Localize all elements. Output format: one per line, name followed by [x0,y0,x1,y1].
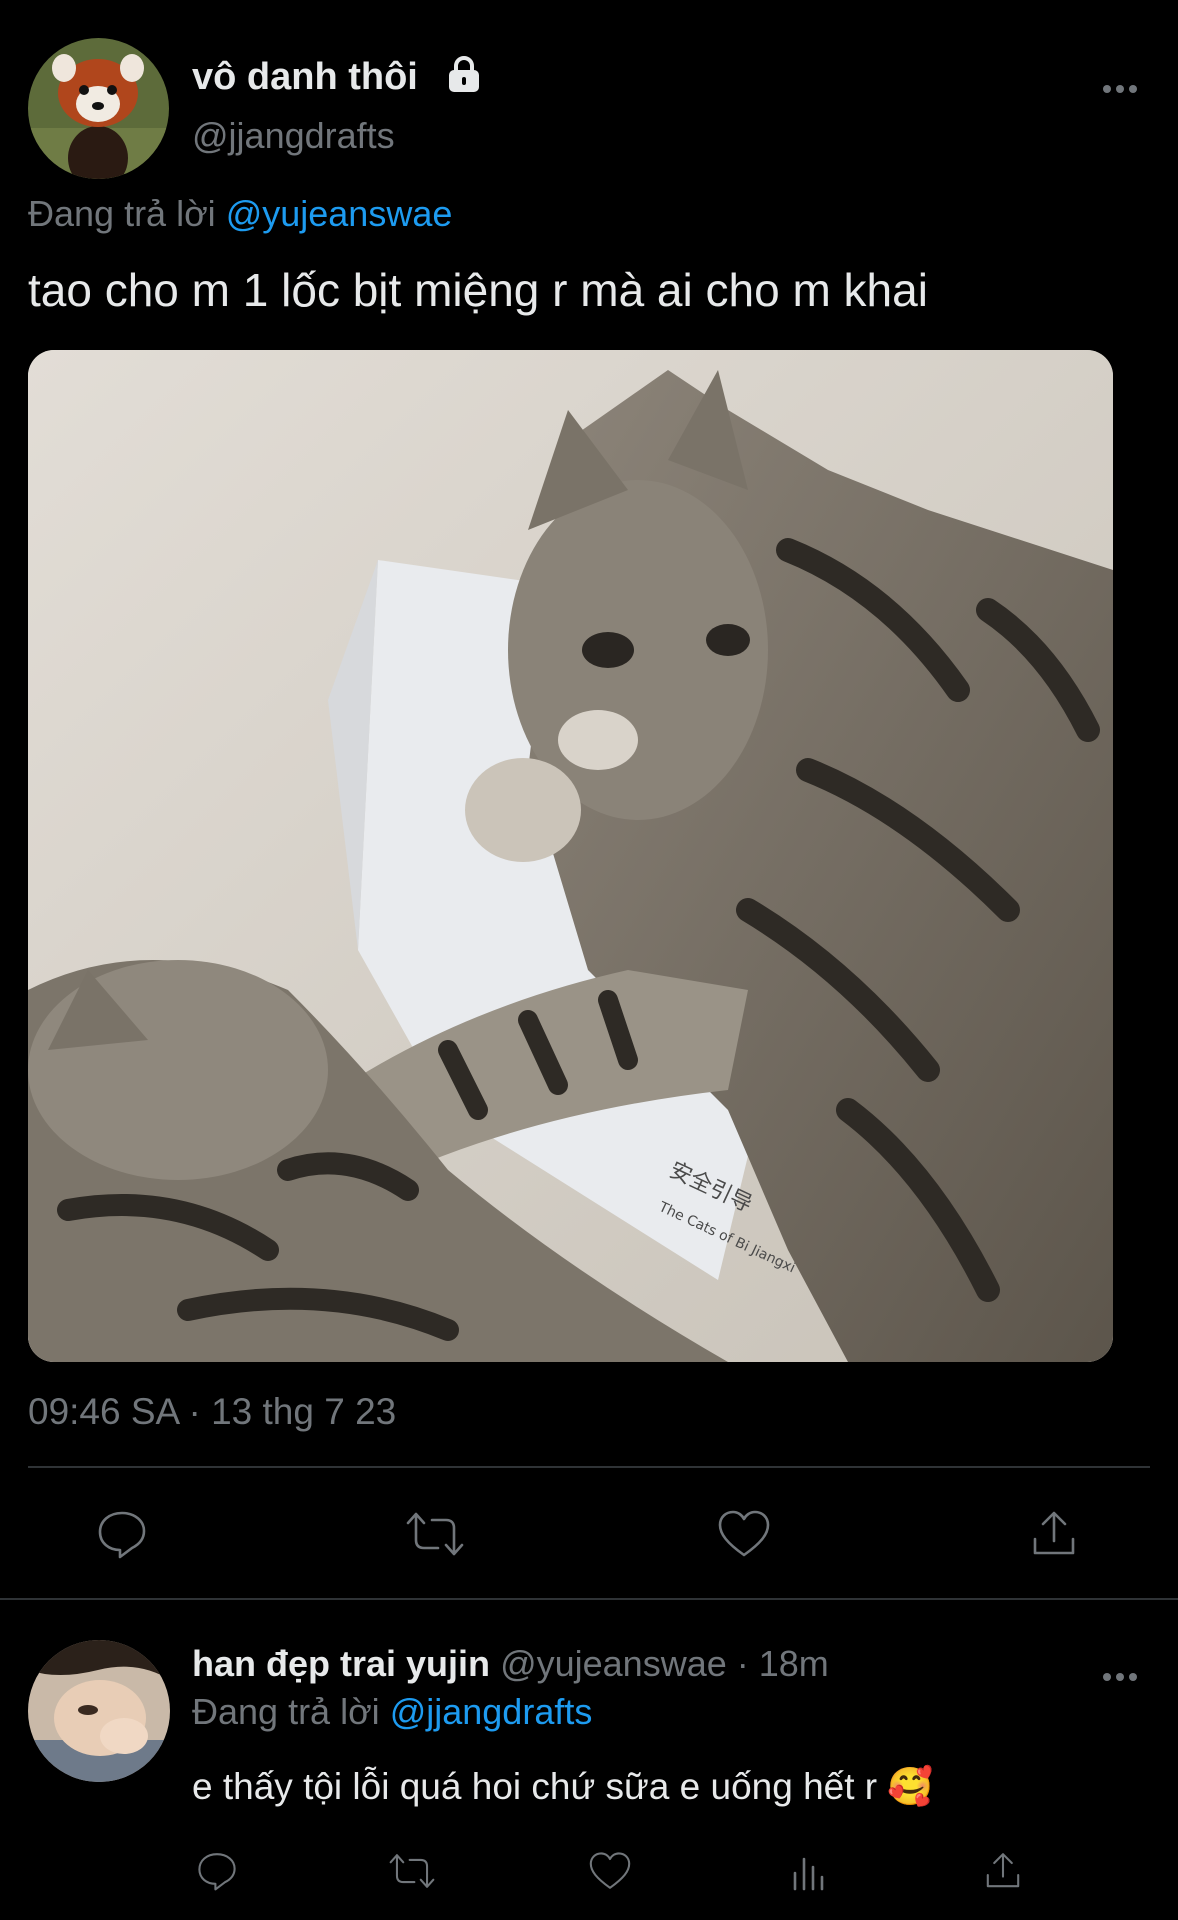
retweet-icon [406,1512,464,1556]
reply-button[interactable] [192,1848,242,1894]
views-button[interactable] [784,1848,834,1894]
lock-icon [446,55,482,93]
reply-context: Đang trả lời @jjangdrafts [192,1690,592,1734]
display-name[interactable]: han đẹp trai yujin [192,1643,490,1684]
retweet-button[interactable] [384,1848,440,1894]
reply-prefix: Đang trả lời [192,1691,380,1732]
tweet-text: e thấy tội lỗi quá hoi chứ sữa e uống hế… [192,1764,934,1810]
tweet-media[interactable]: 安全引导 The Cats of Bi Jiangxi [28,350,1113,1362]
separator: · [736,1643,749,1684]
share-button[interactable] [978,1848,1028,1894]
reply-icon [98,1511,146,1559]
divider [0,1598,1178,1600]
reply-to-link[interactable]: @yujeanswae [226,193,453,234]
smiling-face-with-hearts-icon: 🥰 [887,1766,934,1807]
like-icon [589,1852,631,1889]
divider [28,1466,1150,1468]
reply-header: han đẹp trai yujin @yujeanswae · 18m [192,1642,829,1686]
reply-icon [198,1853,236,1891]
tweet-text: tao cho m 1 lốc bịt miệng r mà ai cho m … [28,264,928,316]
more-icon[interactable] [1100,68,1140,93]
views-icon [793,1857,824,1891]
red-panda-avatar-image [28,38,169,179]
handle[interactable]: @jjangdrafts [192,114,395,158]
avatar[interactable] [28,38,169,179]
reply-context: Đang trả lời @yujeanswae [28,192,452,236]
reply-button[interactable] [92,1506,152,1562]
reply-text: e thấy tội lỗi quá hoi chứ sữa e uống hế… [192,1766,878,1807]
retweet-button[interactable] [400,1506,470,1562]
share-button[interactable] [1024,1506,1084,1562]
more-icon[interactable] [1100,1656,1140,1681]
like-button[interactable] [714,1506,774,1562]
handle[interactable]: @yujeanswae [500,1643,727,1684]
share-icon [1033,1511,1075,1555]
retweet-icon [389,1854,435,1888]
display-name[interactable]: vô danh thôi [192,54,418,100]
like-button[interactable] [584,1848,636,1894]
reply-prefix: Đang trả lời [28,193,216,234]
cats-photo: 安全引导 The Cats of Bi Jiangxi [28,350,1113,1362]
avatar[interactable] [28,1640,170,1782]
share-icon [986,1853,1020,1888]
like-icon [718,1510,770,1557]
timestamp[interactable]: 09:46 SA · 13 thg 7 23 [28,1390,396,1434]
time-ago[interactable]: 18m [759,1643,829,1684]
yujin-avatar-image [28,1640,170,1782]
reply-to-link[interactable]: @jjangdrafts [390,1691,593,1732]
